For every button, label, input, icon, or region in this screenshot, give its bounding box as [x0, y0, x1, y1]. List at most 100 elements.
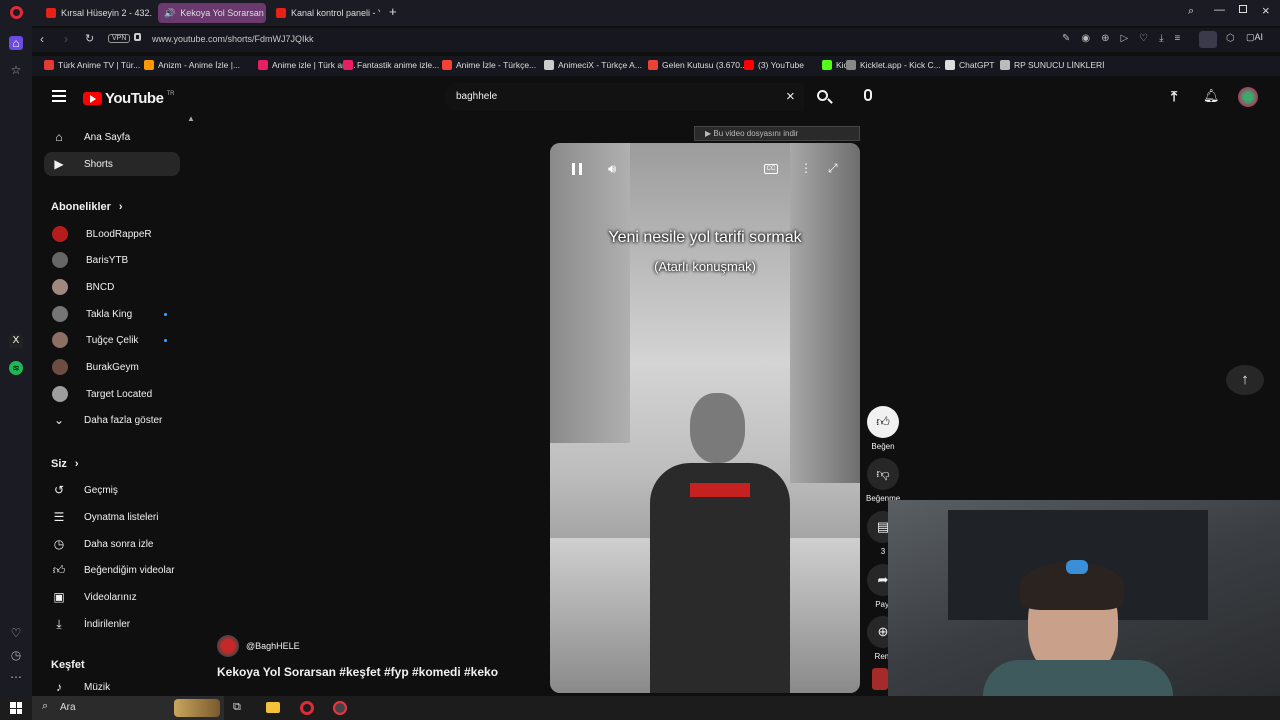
shorts-video-player[interactable]: 🔊︎ CC ⋮ ⤢ Yeni nesile yol tarifi sormak …	[550, 143, 860, 693]
history-rail-icon[interactable]: ◷	[9, 648, 23, 662]
forward-icon[interactable]: ›	[64, 32, 68, 46]
sidebar-item[interactable]: 👍︎ Beğendiğim videolar	[44, 558, 180, 582]
more-icon[interactable]: ⋯	[9, 670, 23, 684]
sidebar-item[interactable]: ⌂ Ana Sayfa	[44, 125, 180, 149]
close-window-icon[interactable]: ×	[1262, 3, 1270, 18]
sound-thumbnail[interactable]	[872, 668, 888, 690]
bookmark-item[interactable]: AnimeciX - Türkçe A...	[544, 60, 642, 70]
bookmark-favicon-icon	[44, 60, 54, 70]
tab-kanal-kontrol[interactable]: Kanal kontrol paneli - You	[270, 3, 380, 23]
youtube-logo[interactable]: YouTube TR	[83, 90, 174, 107]
bookmark-item[interactable]: Kicklet.app - Kick C...	[846, 60, 941, 70]
x-twitter-icon[interactable]: X	[9, 334, 23, 348]
sidebar-item-label: Ana Sayfa	[84, 131, 131, 143]
tab-kirsal-huseyin[interactable]: Kırsal Hüseyin 2 - 432. Bö	[40, 3, 152, 23]
bookmark-item[interactable]: Anizm - Anime İzle |...	[144, 60, 240, 70]
sidebar-item[interactable]: BLoodRappeR	[44, 222, 180, 246]
download-hint-bar[interactable]: ▶ Bu video dosyasını indir	[694, 126, 860, 141]
bookmark-favicon-icon	[945, 60, 955, 70]
explore-header[interactable]: Keşfet	[51, 659, 85, 671]
bookmark-item[interactable]: Gelen Kutusu (3.670...	[648, 60, 747, 70]
profile-ext-icon[interactable]	[1199, 31, 1217, 48]
bookmark-item[interactable]: RP SUNUCU LİNKLERİ	[1000, 60, 1105, 70]
sidebar-item[interactable]: BurakGeym	[44, 355, 180, 379]
sidebar-item[interactable]: ⤓ İndirilenler	[44, 612, 180, 636]
opera-logo-icon[interactable]	[10, 6, 23, 19]
pause-icon[interactable]	[572, 163, 582, 175]
sidebar-item[interactable]: Target Located	[44, 382, 180, 406]
tab-kekoya-yol[interactable]: 🔊 Kekoya Yol Sorarsan #	[158, 3, 266, 23]
scroll-up-button[interactable]: ↑	[1226, 365, 1264, 395]
spotify-icon[interactable]: ≋	[9, 361, 23, 375]
sidebar-item[interactable]: ↺ Geçmiş	[44, 478, 180, 502]
search-box[interactable]: baghhele ×	[444, 83, 804, 111]
opera-taskbar-icon[interactable]	[300, 701, 314, 715]
captions-icon[interactable]: CC	[764, 164, 778, 174]
sidebar-item-label: Oynatma listeleri	[84, 511, 159, 523]
clear-search-icon[interactable]: ×	[786, 88, 795, 105]
search-button[interactable]	[810, 83, 838, 111]
menu-icon[interactable]	[52, 90, 66, 102]
search-highlight-image	[174, 699, 220, 717]
sidebar-item[interactable]: Tuğçe Çelik	[44, 328, 180, 352]
sidebar-item[interactable]: ▶ Shorts	[44, 152, 180, 176]
music-icon: ♪	[56, 680, 62, 694]
bookmark-item[interactable]: Anime izle | Türk ani...	[258, 60, 356, 70]
bookmark-item[interactable]: (3) YouTube	[744, 60, 804, 70]
subscriptions-header[interactable]: Abonelikler ›	[51, 201, 123, 213]
person	[645, 383, 795, 693]
search-tabs-icon[interactable]: ⌕	[1188, 5, 1194, 18]
upload-icon[interactable]: ⤒	[1171, 88, 1177, 105]
minimize-icon[interactable]: —	[1214, 4, 1225, 16]
ai-label: AI	[1254, 32, 1264, 42]
url-field[interactable]: www.youtube.com/shorts/FdmWJ7JQIkk	[152, 34, 314, 44]
show-more-button[interactable]: ⌄ Daha fazla göster	[44, 408, 180, 432]
channel-avatar[interactable]	[217, 635, 239, 657]
sidebar-item[interactable]: ◷ Daha sonra izle	[44, 532, 180, 556]
app-taskbar-icon[interactable]	[333, 701, 347, 715]
file-explorer-icon[interactable]	[266, 702, 280, 713]
task-view-icon[interactable]: ⧉	[233, 701, 241, 714]
windows-start-icon[interactable]	[10, 702, 22, 714]
star-icon[interactable]: ☆	[9, 63, 23, 77]
heart-icon[interactable]: ♡	[9, 626, 23, 640]
fullscreen-icon[interactable]: ⤢	[828, 161, 838, 176]
back-icon[interactable]: ‹	[40, 32, 44, 46]
channel-avatar	[52, 332, 68, 348]
taskbar-search-text[interactable]: Ara	[60, 702, 76, 713]
sidebar-item[interactable]: Takla King	[44, 302, 180, 326]
sidebar-item[interactable]: ▣ Videolarınız	[44, 585, 180, 609]
home-space-icon[interactable]: ⌂	[9, 36, 23, 50]
sidebar-item[interactable]: ☰ Oynatma listeleri	[44, 505, 180, 529]
account-avatar[interactable]	[1238, 87, 1258, 107]
more-options-icon[interactable]: ⋮	[800, 161, 812, 175]
bookmark-item[interactable]: Anime İzle - Türkçe...	[442, 60, 536, 70]
search-input[interactable]: baghhele	[456, 91, 497, 102]
you-header[interactable]: Siz ›	[51, 458, 79, 470]
mic-icon[interactable]	[864, 89, 872, 101]
video-title[interactable]: Kekoya Yol Sorarsan #keşfet #fyp #komedi…	[217, 665, 498, 679]
vpn-badge[interactable]: VPN	[108, 34, 131, 43]
new-tab-icon[interactable]: +	[389, 5, 401, 19]
volume-icon[interactable]: 🔊︎	[608, 161, 616, 177]
sidebar-item[interactable]: BNCD	[44, 275, 180, 299]
channel-name[interactable]: @BaghHELE	[246, 641, 300, 651]
like-button[interactable]: 👍︎ Beğen	[866, 406, 900, 451]
thumbs-up-icon: 👍︎	[867, 406, 899, 438]
taskbar: ⌕ Ara ⧉	[0, 696, 1280, 720]
sidebar-scroll-up-icon[interactable]: ▲	[187, 114, 195, 123]
ai-button[interactable]: ▢AI	[1246, 32, 1263, 43]
sidebar-item[interactable]: BarisYTB	[44, 248, 180, 272]
speaker-icon: 🔊	[164, 7, 176, 18]
cube-icon[interactable]: ⬡	[1226, 33, 1235, 44]
bookmark-item[interactable]: ChatGPT	[945, 60, 994, 70]
bookmark-item[interactable]: Türk Anime TV | Tür...	[44, 60, 140, 70]
sidebar-item-music[interactable]: ♪ Müzik	[44, 678, 180, 696]
notifications-bell-icon[interactable]: 🔔︎	[1203, 88, 1220, 104]
bookmark-item[interactable]: Fantastik anime izle...	[343, 60, 439, 70]
restore-icon[interactable]	[1239, 5, 1247, 13]
taskbar-search[interactable]: ⌕ Ara	[32, 696, 224, 720]
thumbs-down-icon: 👎︎	[867, 458, 899, 490]
dislike-button[interactable]: 👎︎ Beğenme	[866, 458, 900, 503]
reload-icon[interactable]: ↻	[85, 32, 94, 45]
